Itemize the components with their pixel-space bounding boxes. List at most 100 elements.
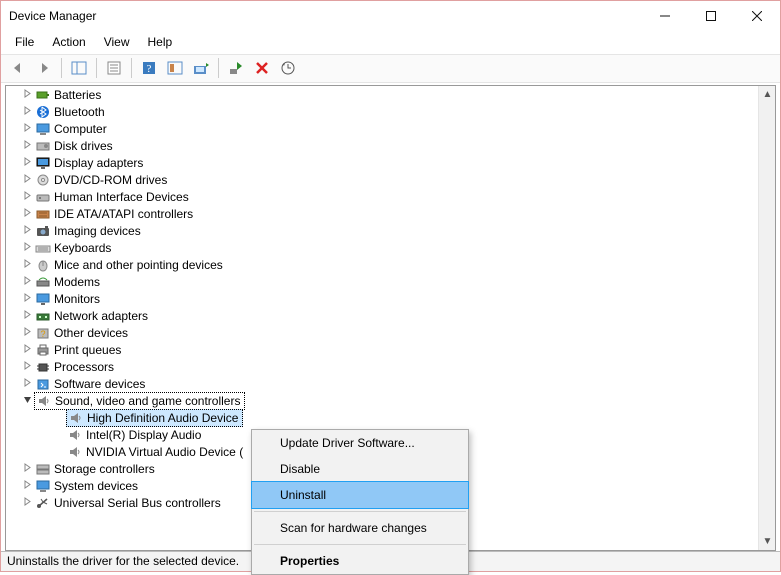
other-icon: ? [34, 325, 52, 341]
tree-label: Modems [52, 275, 100, 289]
speaker-icon [66, 427, 84, 443]
scroll-down-arrow[interactable]: ▼ [759, 533, 776, 550]
vertical-scrollbar[interactable]: ▲ ▼ [758, 86, 775, 550]
action-button[interactable] [163, 57, 187, 79]
tree-row[interactable]: Computer [6, 120, 758, 137]
back-button[interactable] [6, 57, 30, 79]
properties-button[interactable] [102, 57, 126, 79]
tree-label: DVD/CD-ROM drives [52, 173, 167, 187]
help-button[interactable]: ? [137, 57, 161, 79]
chevron-right-icon[interactable] [20, 326, 34, 340]
tree-row[interactable]: Processors [6, 358, 758, 375]
uninstall-button[interactable] [250, 57, 274, 79]
chevron-right-icon[interactable] [20, 156, 34, 170]
update-driver-button[interactable] [189, 57, 213, 79]
context-menu-item[interactable]: Disable [252, 456, 468, 482]
minimize-button[interactable] [642, 1, 688, 31]
tree-row[interactable]: Bluetooth [6, 103, 758, 120]
tree-label: Processors [52, 360, 114, 374]
tree-row[interactable]: Keyboards [6, 239, 758, 256]
chevron-right-icon[interactable] [20, 105, 34, 119]
tree-label: Bluetooth [52, 105, 105, 119]
scroll-up-arrow[interactable]: ▲ [759, 86, 776, 103]
tree-label: IDE ATA/ATAPI controllers [52, 207, 193, 221]
titlebar: Device Manager [1, 1, 780, 31]
chevron-right-icon[interactable] [20, 496, 34, 510]
menu-help[interactable]: Help [140, 33, 181, 51]
chevron-right-icon[interactable] [20, 377, 34, 391]
chevron-right-icon[interactable] [20, 275, 34, 289]
dvd-icon [34, 172, 52, 188]
tree-row[interactable]: IDE ATA/ATAPI controllers [6, 205, 758, 222]
tree-row[interactable]: Mice and other pointing devices [6, 256, 758, 273]
scan-hardware-button[interactable] [276, 57, 300, 79]
tree-row[interactable]: DVD/CD-ROM drives [6, 171, 758, 188]
tree-row[interactable]: Sound, video and game controllers [6, 392, 758, 409]
tree-label: Mice and other pointing devices [52, 258, 223, 272]
tree-label: Network adapters [52, 309, 148, 323]
context-menu-separator [254, 511, 466, 512]
chevron-right-icon[interactable] [20, 360, 34, 374]
tree-row[interactable]: Print queues [6, 341, 758, 358]
chevron-right-icon[interactable] [20, 309, 34, 323]
maximize-button[interactable] [688, 1, 734, 31]
tree-row[interactable]: Monitors [6, 290, 758, 307]
chevron-right-icon[interactable] [20, 462, 34, 476]
chevron-right-icon[interactable] [20, 173, 34, 187]
chevron-right-icon[interactable] [20, 122, 34, 136]
chevron-right-icon[interactable] [20, 224, 34, 238]
software-icon [34, 376, 52, 392]
computer-icon [34, 121, 52, 137]
tree-row[interactable]: ?Other devices [6, 324, 758, 341]
mouse-icon [34, 257, 52, 273]
status-text: Uninstalls the driver for the selected d… [7, 554, 239, 568]
forward-button[interactable] [32, 57, 56, 79]
chevron-right-icon[interactable] [20, 241, 34, 255]
context-menu-item[interactable]: Scan for hardware changes [252, 515, 468, 541]
svg-text:?: ? [147, 63, 152, 75]
tree-row[interactable]: Software devices [6, 375, 758, 392]
context-menu-item[interactable]: Uninstall [251, 481, 469, 509]
chevron-right-icon[interactable] [20, 479, 34, 493]
chevron-right-icon[interactable] [20, 343, 34, 357]
window-title: Device Manager [9, 9, 642, 23]
ide-icon [34, 206, 52, 222]
tree-row[interactable]: High Definition Audio Device [6, 409, 758, 426]
menu-file[interactable]: File [7, 33, 42, 51]
enable-button[interactable] [224, 57, 248, 79]
chevron-right-icon[interactable] [20, 190, 34, 204]
speaker-icon [66, 444, 84, 460]
toolbar: ? [1, 54, 780, 83]
usb-icon [34, 495, 52, 511]
show-hide-console-tree-button[interactable] [67, 57, 91, 79]
tree-label: System devices [52, 479, 138, 493]
tree-row[interactable]: Imaging devices [6, 222, 758, 239]
context-menu-item[interactable]: Update Driver Software... [252, 430, 468, 456]
tree-label: Human Interface Devices [52, 190, 189, 204]
tree-row[interactable]: Disk drives [6, 137, 758, 154]
chevron-down-icon[interactable] [20, 394, 34, 408]
tree-label: NVIDIA Virtual Audio Device ( [84, 445, 243, 459]
modem-icon [34, 274, 52, 290]
tree-row[interactable]: Human Interface Devices [6, 188, 758, 205]
keyboard-icon [34, 240, 52, 256]
close-button[interactable] [734, 1, 780, 31]
menu-view[interactable]: View [96, 33, 138, 51]
chevron-right-icon[interactable] [20, 139, 34, 153]
storage-icon [34, 461, 52, 477]
sound-icon [35, 393, 53, 409]
tree-label: Batteries [52, 88, 101, 102]
tree-row[interactable]: Network adapters [6, 307, 758, 324]
chevron-right-icon[interactable] [20, 88, 34, 102]
tree-label: Universal Serial Bus controllers [52, 496, 221, 510]
context-menu-item[interactable]: Properties [252, 548, 468, 574]
chevron-right-icon[interactable] [20, 207, 34, 221]
tree-row[interactable]: Display adapters [6, 154, 758, 171]
tree-row[interactable]: Batteries [6, 86, 758, 103]
tree-row[interactable]: Modems [6, 273, 758, 290]
context-menu-separator [254, 544, 466, 545]
chevron-right-icon[interactable] [20, 258, 34, 272]
menu-action[interactable]: Action [44, 33, 93, 51]
tree-label: Storage controllers [52, 462, 155, 476]
chevron-right-icon[interactable] [20, 292, 34, 306]
